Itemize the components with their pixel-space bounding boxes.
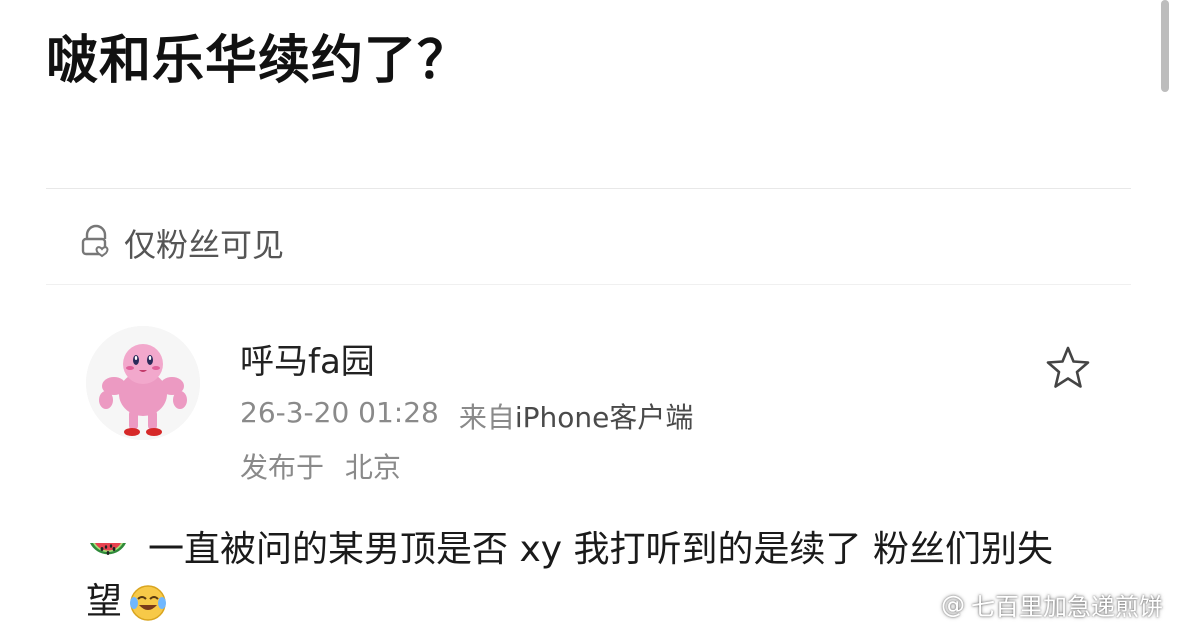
author-name[interactable]: 呼马fa园 <box>240 334 375 383</box>
weibo-post-screenshot: 啵和乐华续约了？ 仅粉丝可见 呼马fa园 26-3-20 01:28 来自iPh… <box>0 0 1177 634</box>
visibility-badge: 仅粉丝可见 <box>78 220 284 266</box>
post-meta: 26-3-20 01:28 来自iPhone客户端 <box>240 396 693 436</box>
post-location: 发布于 北京 <box>240 446 401 486</box>
watermark-handle: 七百里加急递煎饼 <box>971 593 1163 621</box>
muscular-pink-character-avatar <box>86 326 200 440</box>
lock-heart-icon <box>78 223 114 263</box>
visibility-label: 仅粉丝可见 <box>124 226 285 264</box>
laughing-crying-emoji <box>128 583 168 623</box>
watermelon-emoji <box>86 529 130 573</box>
post-title: 啵和乐华续约了？ <box>46 31 471 91</box>
watermark-prefix: @ <box>941 590 965 619</box>
star-outline-icon <box>1046 346 1090 388</box>
avatar[interactable] <box>86 326 200 440</box>
weibo-logo-icon <box>906 594 933 617</box>
divider <box>46 188 1131 189</box>
favorite-button[interactable] <box>1044 344 1092 392</box>
source: 来自iPhone客户端 <box>459 396 694 436</box>
location-value: 北京 <box>344 451 401 484</box>
source-device[interactable]: iPhone客户端 <box>515 401 694 434</box>
source-prefix: 来自 <box>458 401 515 434</box>
divider <box>46 284 1131 285</box>
location-prefix: 发布于 <box>240 451 325 484</box>
timestamp: 26-3-20 01:28 <box>240 396 439 429</box>
scrollbar[interactable] <box>1161 0 1169 92</box>
watermark: @ 七百里加急递煎饼 <box>905 587 1163 622</box>
